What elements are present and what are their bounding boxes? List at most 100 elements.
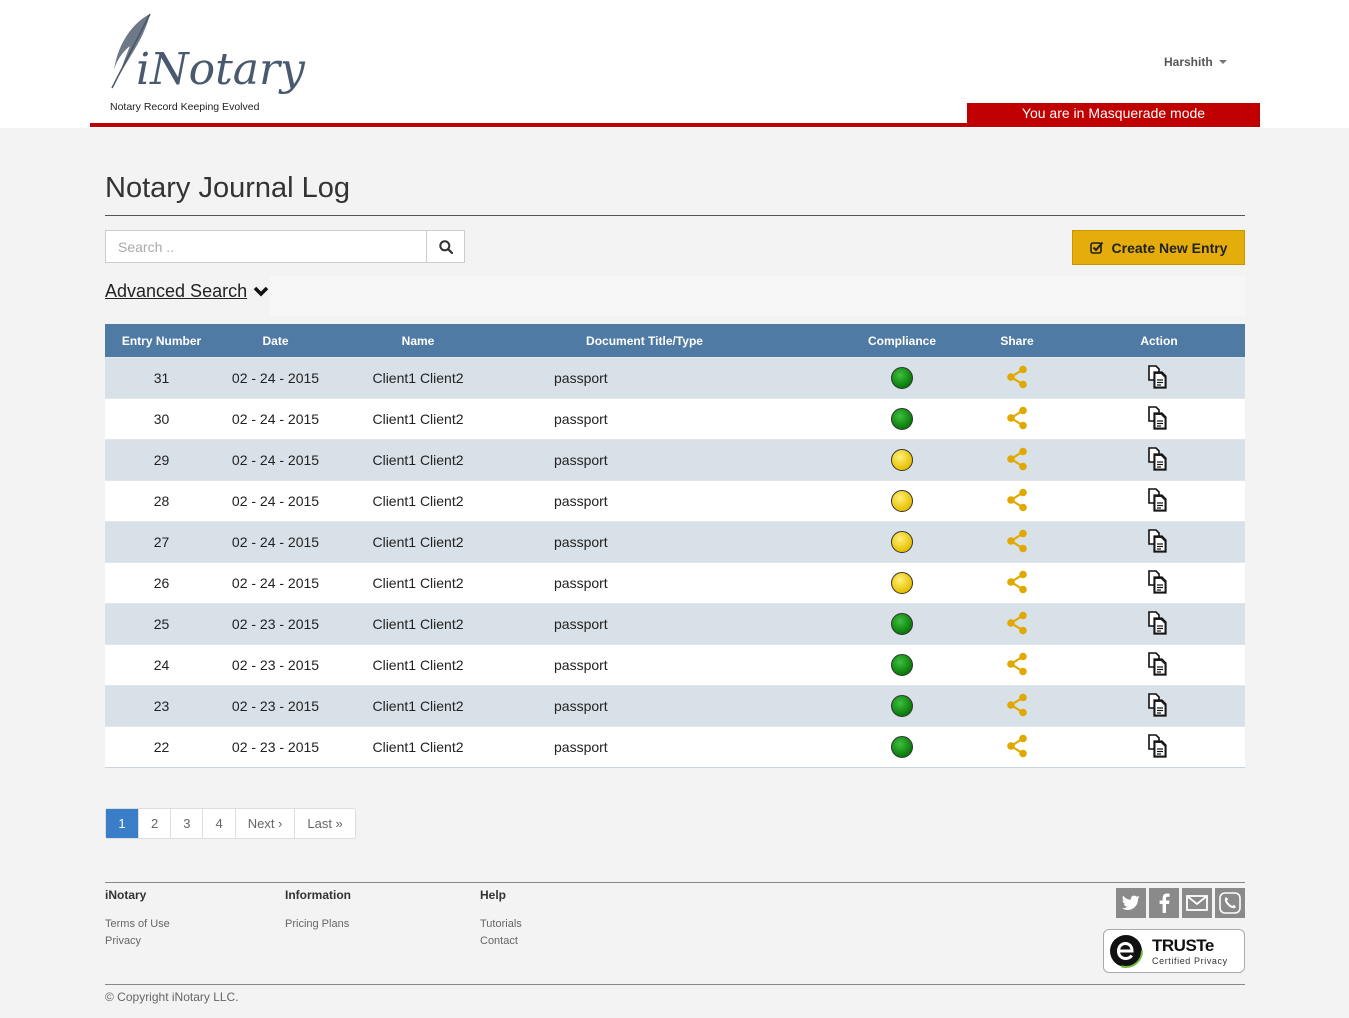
column-header-entry-number[interactable]: Entry Number [105, 334, 218, 348]
compliance-cell [847, 572, 957, 594]
phone-icon[interactable] [1215, 888, 1245, 918]
last-page-button[interactable]: Last » [295, 809, 354, 838]
document-cell: passport [554, 534, 608, 550]
title-divider [105, 215, 1245, 216]
compliance-cell [847, 449, 957, 471]
page-2-button[interactable]: 2 [139, 809, 172, 838]
terms-of-use-link[interactable]: Terms of Use [105, 918, 170, 930]
share-button[interactable] [967, 365, 1067, 392]
document-cell: passport [554, 616, 608, 632]
share-icon [1006, 734, 1028, 761]
table-row[interactable]: 28 02 - 24 - 2015 Client1 Client2 passport [105, 480, 1245, 521]
name-cell: Client1 Client2 [372, 370, 464, 386]
entry-number-cell: 30 [153, 411, 170, 427]
search-button[interactable] [426, 230, 465, 263]
advanced-search-toggle[interactable]: Advanced Search [105, 281, 269, 302]
share-button[interactable] [967, 611, 1067, 638]
document-cell: passport [554, 370, 608, 386]
compliance-cell [847, 408, 957, 430]
action-button[interactable] [1109, 692, 1209, 720]
share-button[interactable] [967, 693, 1067, 720]
name-cell: Client1 Client2 [372, 575, 464, 591]
date-cell: 02 - 24 - 2015 [231, 411, 320, 427]
share-icon [1006, 652, 1028, 679]
name-cell: Client1 Client2 [372, 493, 464, 509]
column-header-date[interactable]: Date [218, 334, 333, 348]
table-row[interactable]: 31 02 - 24 - 2015 Client1 Client2 passport [105, 357, 1245, 398]
action-button[interactable] [1109, 405, 1209, 433]
document-cell: passport [554, 739, 608, 755]
social-links [1116, 888, 1245, 918]
journal-table: Entry Number Date Name Document Title/Ty… [105, 324, 1245, 768]
column-header-compliance[interactable]: Compliance [847, 334, 957, 348]
share-icon [1006, 693, 1028, 720]
chevron-down-icon [1218, 60, 1227, 64]
action-button[interactable] [1109, 446, 1209, 474]
document-cell: passport [554, 657, 608, 673]
column-header-name[interactable]: Name [333, 334, 503, 348]
logo-wordmark: iNotary [136, 44, 305, 95]
page-1-button[interactable]: 1 [106, 809, 139, 838]
copyright-text: © Copyright iNotary LLC. [105, 990, 239, 1004]
truste-badge[interactable]: TRUSTe Certified Privacy [1103, 929, 1245, 973]
facebook-icon[interactable] [1149, 888, 1179, 918]
contact-link[interactable]: Contact [480, 935, 522, 947]
pricing-plans-link[interactable]: Pricing Plans [285, 918, 351, 930]
user-menu[interactable]: Harshith [1164, 55, 1227, 69]
table-row[interactable]: 26 02 - 24 - 2015 Client1 Client2 passport [105, 562, 1245, 603]
table-body: 31 02 - 24 - 2015 Client1 Client2 passport 3… [105, 357, 1245, 767]
mail-icon[interactable] [1182, 888, 1212, 918]
share-button[interactable] [967, 406, 1067, 433]
next-page-button[interactable]: Next › [236, 809, 296, 838]
table-header: Entry Number Date Name Document Title/Ty… [105, 324, 1245, 357]
share-button[interactable] [967, 488, 1067, 515]
twitter-icon[interactable] [1116, 888, 1146, 918]
entry-number-cell: 31 [153, 370, 170, 386]
column-header-document[interactable]: Document Title/Type [503, 334, 786, 348]
table-row[interactable]: 24 02 - 23 - 2015 Client1 Client2 passport [105, 644, 1245, 685]
action-button[interactable] [1109, 610, 1209, 638]
table-row[interactable]: 25 02 - 23 - 2015 Client1 Client2 passport [105, 603, 1245, 644]
logo[interactable]: iNotary Notary Record Keeping Evolved [104, 12, 305, 116]
action-button[interactable] [1109, 528, 1209, 556]
action-button[interactable] [1109, 651, 1209, 679]
pagination: 1 2 3 4 Next › Last » [105, 808, 356, 839]
table-row[interactable]: 29 02 - 24 - 2015 Client1 Client2 passport [105, 439, 1245, 480]
document-cell: passport [554, 452, 608, 468]
date-cell: 02 - 24 - 2015 [231, 575, 320, 591]
table-row[interactable]: 27 02 - 24 - 2015 Client1 Client2 passport [105, 521, 1245, 562]
entry-number-cell: 24 [153, 657, 170, 673]
search-input[interactable] [105, 230, 426, 263]
compliance-cell [847, 736, 957, 758]
compliance-cell [847, 490, 957, 512]
action-button[interactable] [1109, 569, 1209, 597]
create-button-label: Create New Entry [1111, 239, 1228, 256]
header-divider [90, 123, 1260, 127]
name-cell: Client1 Client2 [372, 616, 464, 632]
action-button[interactable] [1109, 733, 1209, 761]
action-button[interactable] [1109, 487, 1209, 515]
entry-number-cell: 28 [153, 493, 170, 509]
share-button[interactable] [967, 529, 1067, 556]
date-cell: 02 - 23 - 2015 [231, 698, 320, 714]
entry-number-cell: 25 [153, 616, 170, 632]
table-row[interactable]: 23 02 - 23 - 2015 Client1 Client2 passport [105, 685, 1245, 726]
documents-icon [1147, 569, 1171, 597]
share-button[interactable] [967, 734, 1067, 761]
date-cell: 02 - 24 - 2015 [231, 370, 320, 386]
share-button[interactable] [967, 447, 1067, 474]
page-4-button[interactable]: 4 [203, 809, 236, 838]
share-button[interactable] [967, 652, 1067, 679]
privacy-link[interactable]: Privacy [105, 935, 170, 947]
compliance-status-green-icon [891, 367, 913, 389]
create-new-entry-button[interactable]: Create New Entry [1072, 230, 1245, 265]
documents-icon [1147, 528, 1171, 556]
tutorials-link[interactable]: Tutorials [480, 918, 522, 930]
table-row[interactable]: 22 02 - 23 - 2015 Client1 Client2 passport [105, 726, 1245, 767]
action-button[interactable] [1109, 364, 1209, 392]
logo-tagline: Notary Record Keeping Evolved [110, 101, 260, 113]
page-3-button[interactable]: 3 [171, 809, 204, 838]
compliance-status-green-icon [891, 695, 913, 717]
share-button[interactable] [967, 570, 1067, 597]
table-row[interactable]: 30 02 - 24 - 2015 Client1 Client2 passport [105, 398, 1245, 439]
